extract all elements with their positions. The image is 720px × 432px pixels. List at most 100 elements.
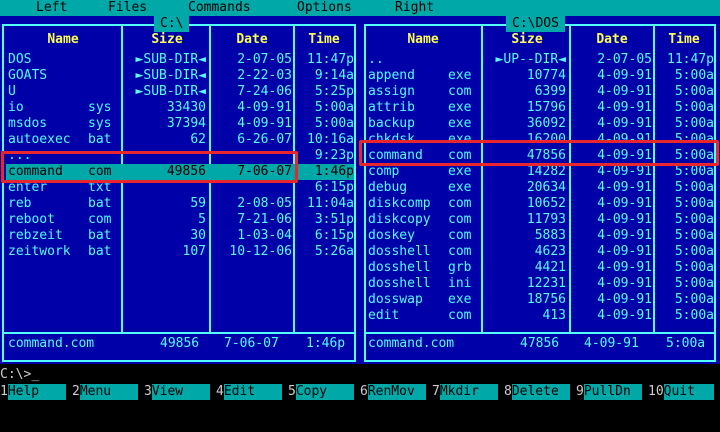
right-file-time: 5:00a	[674, 212, 714, 227]
right-file-row[interactable]: .. ►UP--DIR◄ 2-07-05 11:47p	[366, 52, 714, 68]
fkey-label: Help	[7, 384, 66, 400]
left-file-size: ►SUB-DIR◄	[135, 84, 206, 99]
fkey-view[interactable]: 3View	[144, 384, 216, 400]
left-file-time: 5:26a	[314, 244, 354, 259]
left-file-row[interactable]: DOS ►SUB-DIR◄ 2-07-05 11:47p	[6, 52, 354, 68]
right-panel-title: C:\DOS	[506, 16, 565, 32]
right-file-ext: com	[448, 212, 472, 227]
right-file-size: ►UP--DIR◄	[495, 52, 566, 67]
right-file-name: comp	[368, 164, 400, 179]
right-file-row[interactable]: dosswap exe 18756 4-09-91 5:00a	[366, 292, 714, 308]
right-file-row[interactable]: assign com 6399 4-09-91 5:00a	[366, 84, 714, 100]
right-file-size: 15796	[526, 100, 566, 115]
right-footer-date: 4-09-91	[584, 336, 639, 351]
right-file-ext: grb	[448, 260, 472, 275]
left-file-ext: sys	[88, 116, 112, 131]
fkey-mkdir[interactable]: 7Mkdir	[432, 384, 504, 400]
left-file-name: GOATS	[8, 68, 48, 83]
fkey-edit[interactable]: 4Edit	[216, 384, 288, 400]
left-file-panel[interactable]: C:\ Name Size Date Time DOS ►SUB-DIR◄ 2-07…	[0, 16, 360, 364]
left-file-time: 3:51p	[314, 212, 354, 227]
fkey-number: 2	[72, 384, 80, 399]
fkey-pulldn[interactable]: 9PullDn	[576, 384, 648, 400]
right-footer-time: 5:00a	[666, 336, 706, 351]
right-file-row[interactable]: append exe 10774 4-09-91 5:00a	[366, 68, 714, 84]
command-prompt: C:\>	[0, 367, 32, 382]
left-file-size: 59	[190, 196, 206, 211]
right-file-ext: exe	[448, 292, 472, 307]
right-file-row[interactable]: attrib exe 15796 4-09-91 5:00a	[366, 100, 714, 116]
menu-right[interactable]: Right	[395, 0, 434, 16]
left-file-time: 9:23p	[314, 148, 354, 163]
menu-files[interactable]: Files	[108, 0, 147, 16]
fkey-number: 5	[288, 384, 296, 399]
fkey-quit[interactable]: 10Quit	[648, 384, 720, 400]
left-file-size: 107	[182, 244, 206, 259]
left-file-row[interactable]: reb bat 59 2-08-05 11:04a	[6, 196, 354, 212]
fkey-help[interactable]: 1Help	[0, 384, 72, 400]
left-file-date: 1-03-04	[237, 228, 292, 243]
right-file-row[interactable]: doskey com 5883 4-09-91 5:00a	[366, 228, 714, 244]
left-file-date: 7-24-06	[237, 84, 292, 99]
left-file-row[interactable]: GOATS ►SUB-DIR◄ 2-22-03 9:14a	[6, 68, 354, 84]
right-file-row[interactable]: dosshell ini 12231 4-09-91 5:00a	[366, 276, 714, 292]
right-file-row[interactable]: dosshell grb 4421 4-09-91 5:00a	[366, 260, 714, 276]
fkey-number: 8	[504, 384, 512, 399]
right-file-name: backup	[368, 116, 415, 131]
right-file-row[interactable]: edit com 413 4-09-91 5:00a	[366, 308, 714, 324]
right-header-size: Size	[511, 32, 543, 47]
right-file-size: 14282	[526, 164, 566, 179]
left-file-ext: com	[88, 212, 112, 227]
right-file-ext: exe	[448, 180, 472, 195]
left-file-time: 6:15p	[314, 180, 354, 195]
right-file-date: 4-09-91	[597, 228, 652, 243]
fkey-number: 4	[216, 384, 224, 399]
right-file-time: 5:00a	[674, 196, 714, 211]
left-header-size: Size	[151, 32, 183, 47]
left-file-row[interactable]: rebzeit bat 30 1-03-04 6:15p	[6, 228, 354, 244]
right-file-ext: ini	[448, 276, 472, 291]
right-file-row[interactable]: backup exe 36092 4-09-91 5:00a	[366, 116, 714, 132]
left-file-size: ►SUB-DIR◄	[135, 68, 206, 83]
fkey-number: 3	[144, 384, 152, 399]
right-file-name: diskcopy	[368, 212, 431, 227]
right-file-name: dosshell	[368, 276, 431, 291]
menu-options[interactable]: Options	[297, 0, 352, 16]
fkey-delete[interactable]: 8Delete	[504, 384, 576, 400]
fkey-copy[interactable]: 5Copy	[288, 384, 360, 400]
right-file-date: 4-09-91	[597, 164, 652, 179]
right-file-name: edit	[368, 308, 400, 323]
right-file-size: 18756	[526, 292, 566, 307]
left-file-row[interactable]: msdos sys 37394 4-09-91 5:00a	[6, 116, 354, 132]
right-file-row[interactable]: dosshell com 4623 4-09-91 5:00a	[366, 244, 714, 260]
right-file-row[interactable]: diskcopy com 11793 4-09-91 5:00a	[366, 212, 714, 228]
left-file-date: 2-22-03	[237, 68, 292, 83]
right-file-row[interactable]: diskcomp com 10652 4-09-91 5:00a	[366, 196, 714, 212]
right-file-row[interactable]: comp exe 14282 4-09-91 5:00a	[366, 164, 714, 180]
left-file-time: 5:00a	[314, 100, 354, 115]
right-file-date: 4-09-91	[597, 180, 652, 195]
left-file-row[interactable]: autoexec bat 62 6-26-07 10:16a	[6, 132, 354, 148]
function-key-bar: 1Help 2Menu 3View 4Edit 5Copy 6RenMov 7Mkdir 8D…	[0, 384, 720, 400]
left-file-row[interactable]: U ►SUB-DIR◄ 7-24-06 5:25p	[6, 84, 354, 100]
fkey-renmov[interactable]: 6RenMov	[360, 384, 432, 400]
menu-commands[interactable]: Commands	[188, 0, 251, 16]
left-file-time: 6:15p	[314, 228, 354, 243]
right-file-date: 4-09-91	[597, 292, 652, 307]
left-file-row[interactable]: zeitwork bat 107 10-12-06 5:26a	[6, 244, 354, 260]
fkey-label: View	[151, 384, 210, 400]
fkey-menu[interactable]: 2Menu	[72, 384, 144, 400]
right-file-date: 4-09-91	[597, 84, 652, 99]
left-file-row[interactable]: reboot com 5 7-21-06 3:51p	[6, 212, 354, 228]
left-file-name: rebzeit	[8, 228, 63, 243]
command-line[interactable]: C:\>_	[0, 367, 720, 383]
left-file-row[interactable]: io sys 33430 4-09-91 5:00a	[6, 100, 354, 116]
right-file-row[interactable]: debug exe 20634 4-09-91 5:00a	[366, 180, 714, 196]
fkey-label: PullDn	[583, 384, 642, 400]
left-file-size: 30	[190, 228, 206, 243]
right-file-panel[interactable]: C:\DOS Name Size Date Time .. ►UP--DIR◄ 2-…	[360, 16, 720, 364]
menu-left[interactable]: Left	[36, 0, 67, 16]
left-file-size: 33430	[166, 100, 206, 115]
right-file-size: 10652	[526, 196, 566, 211]
right-file-name: debug	[368, 180, 408, 195]
